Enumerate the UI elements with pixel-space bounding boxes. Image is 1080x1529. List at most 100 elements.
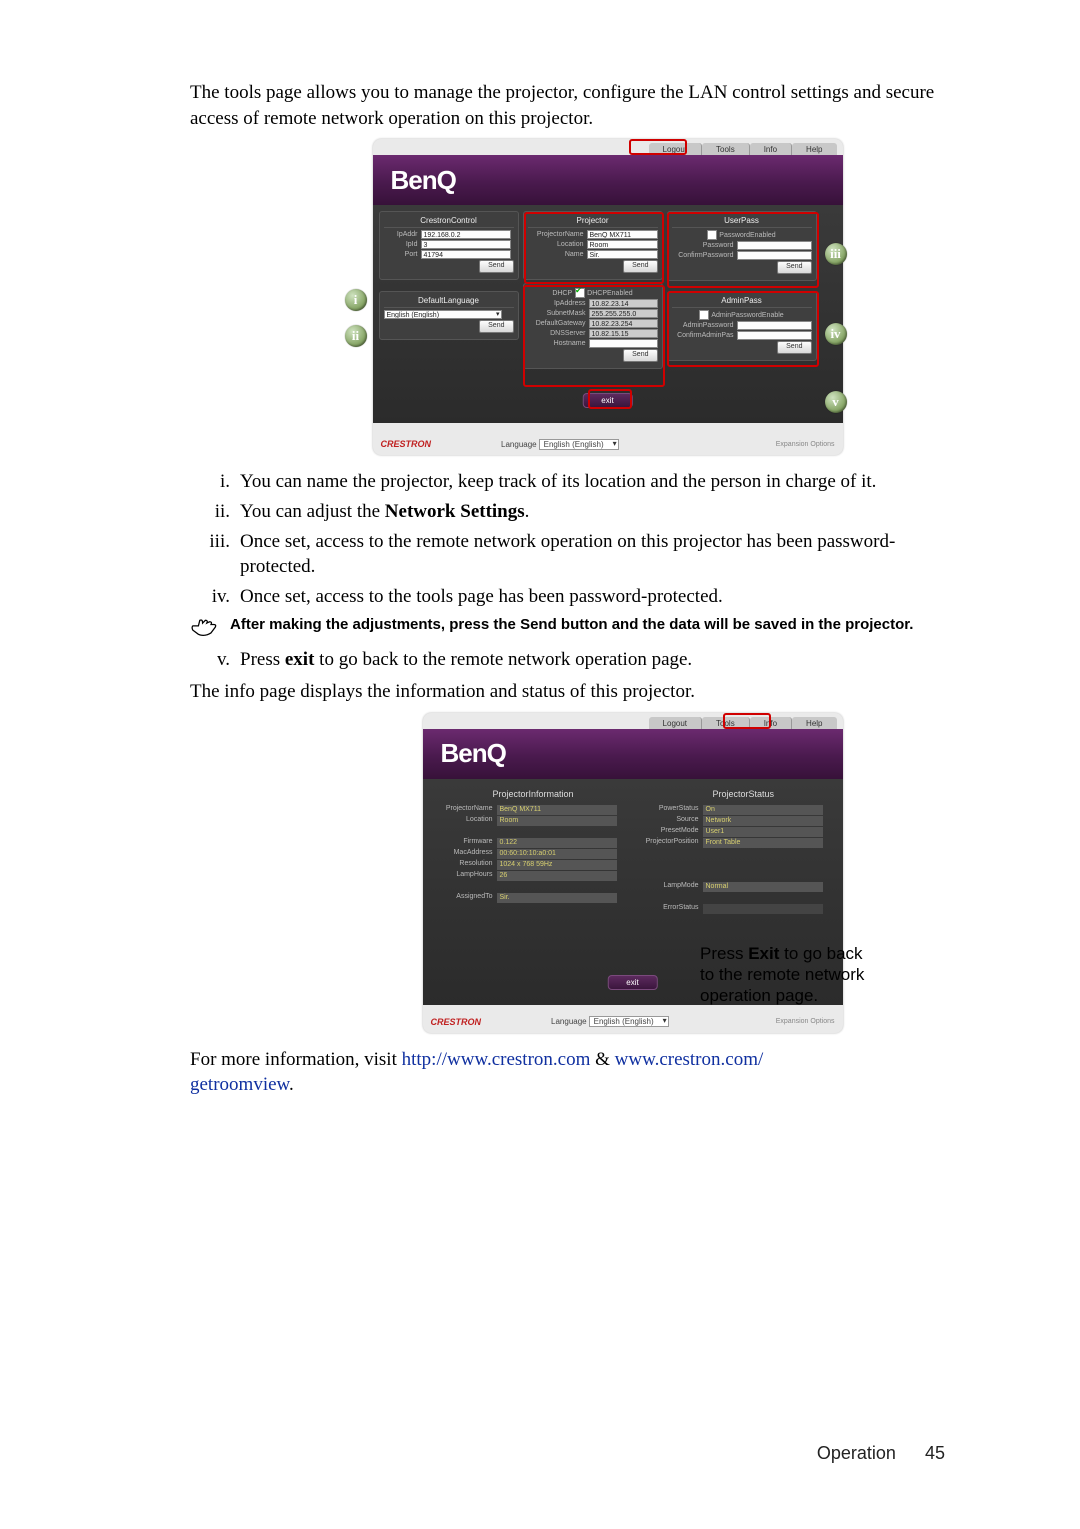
link-crestron[interactable]: http://www.crestron.com <box>402 1049 591 1070</box>
lbl-lamph: LampHours <box>429 871 497 881</box>
item-iii: Once set, access to the remote network o… <box>240 529 945 580</box>
footer-page: 45 <box>925 1443 945 1464</box>
lbl-location: Location <box>429 816 497 826</box>
tools-body: CrestronControl IpAddr192.168.0.2 IpId3 … <box>373 205 843 423</box>
lbl-mask: SubnetMask <box>528 310 589 317</box>
language-select[interactable]: English (English) <box>539 439 619 450</box>
link-roomview-1[interactable]: www.crestron.com/ <box>615 1049 764 1070</box>
inp-assigned[interactable]: Sir. <box>587 250 658 259</box>
panel-adminpass-title: AdminPass <box>672 295 812 308</box>
panel-deflang-title: DefaultLanguage <box>384 295 514 308</box>
inp-location[interactable]: Room <box>587 240 658 249</box>
mid-text: The info page displays the information a… <box>190 679 945 705</box>
badge-v: v <box>825 391 847 413</box>
item-v: Press exit to go back to the remote netw… <box>240 647 945 673</box>
brand-banner: BenQ <box>373 155 843 205</box>
panel-crestron: CrestronControl IpAddr192.168.0.2 IpId3 … <box>379 211 519 280</box>
lbl-location: Location <box>528 241 587 248</box>
deflang-select[interactable]: English (English)▾ <box>384 310 502 319</box>
lbl-admincpw: ConfirmAdminPas <box>672 332 737 339</box>
link-roomview-2[interactable]: getroomview <box>190 1074 289 1095</box>
val-firmware: 0.122 <box>497 838 617 848</box>
bottom-bar: CRESTRON Language English (English) Expa… <box>373 433 843 455</box>
lbl-mac: MacAddress <box>429 849 497 859</box>
inp-ipaddr[interactable]: 192.168.0.2 <box>421 230 511 239</box>
inp-userpw[interactable] <box>737 241 812 250</box>
val-location: Room <box>497 816 617 826</box>
inp-host[interactable] <box>589 339 658 348</box>
intro-text: The tools page allows you to manage the … <box>190 80 945 131</box>
exit-button[interactable]: exit <box>582 393 632 408</box>
projector-send-button[interactable]: Send <box>623 260 657 273</box>
tools-screenshot: Logout Tools Info Help BenQ CrestronCont… <box>373 139 843 455</box>
crestron-logo: CRESTRON <box>381 439 432 449</box>
info-left-header: ProjectorInformation <box>493 789 574 799</box>
language-label: Language <box>551 1017 587 1026</box>
item-i: You can name the projector, keep track o… <box>240 469 945 495</box>
inp-mask[interactable]: 255.255.255.0 <box>589 309 658 318</box>
lbl-userpass-enable: PasswordEnabled <box>719 232 775 239</box>
info-left-grid: ProjectorNameBenQ MX711 LocationRoom Fir… <box>429 805 617 903</box>
chk-userpass[interactable] <box>707 230 717 240</box>
inp-admincpw[interactable] <box>737 331 812 340</box>
lbl-ipaddr: IpAddr <box>384 231 421 238</box>
val-lamph: 26 <box>497 871 617 881</box>
val-res: 1024 x 768 59Hz <box>497 860 617 870</box>
lbl-lampmode: LampMode <box>635 882 703 892</box>
inp-gw[interactable]: 10.82.23.254 <box>589 319 658 328</box>
expansion-options[interactable]: Expansion Options <box>776 1018 835 1025</box>
language-select[interactable]: English (English) <box>589 1016 669 1027</box>
lbl-dhcp: DHCP <box>552 290 575 297</box>
inp-dns[interactable]: 10.82.15.15 <box>589 329 658 338</box>
val-source: Network <box>703 816 823 826</box>
panel-projector-title: Projector <box>528 215 658 228</box>
panel-crestron-title: CrestronControl <box>384 215 514 228</box>
val-lampmode: Normal <box>703 882 823 892</box>
lbl-errstat: ErrorStatus <box>635 904 703 914</box>
lbl-userpw: Password <box>672 242 737 249</box>
userpass-send-button[interactable]: Send <box>777 261 811 274</box>
chk-dhcp[interactable] <box>575 288 585 298</box>
badge-iii: iii <box>825 243 847 265</box>
lbl-source: Source <box>635 816 703 826</box>
deflang-send-button[interactable]: Send <box>479 320 513 333</box>
adminpass-send-button[interactable]: Send <box>777 341 811 354</box>
expansion-options[interactable]: Expansion Options <box>776 441 835 448</box>
inp-netip[interactable]: 10.82.23.14 <box>589 299 658 308</box>
chk-adminpass[interactable] <box>699 310 709 320</box>
crestron-send-button[interactable]: Send <box>479 260 513 273</box>
info-right-header: ProjectorStatus <box>713 789 775 799</box>
inp-projname[interactable]: BenQ MX711 <box>587 230 658 239</box>
badge-ii: ii <box>345 325 367 347</box>
lbl-netip: IpAddress <box>528 300 589 307</box>
lbl-assigned: AssignedTo <box>429 893 497 903</box>
inp-ipid[interactable]: 3 <box>421 240 511 249</box>
panel-userpass-title: UserPass <box>672 215 812 228</box>
network-send-button[interactable]: Send <box>623 349 657 362</box>
note-box: After making the adjustments, press the … <box>190 615 945 639</box>
footer-section: Operation <box>817 1443 896 1463</box>
lbl-dns: DNSServer <box>528 330 589 337</box>
inp-port[interactable]: 41794 <box>421 250 511 259</box>
val-projname: BenQ MX711 <box>497 805 617 815</box>
lbl-ipid: IpId <box>384 241 421 248</box>
panel-network: DHCPDHCPEnabled IpAddress10.82.23.14 Sub… <box>523 283 663 369</box>
info-right-grid: PowerStatusOn SourceNetwork PresetModeUs… <box>635 805 823 914</box>
item-iv: Once set, access to the tools page has b… <box>240 584 945 610</box>
badge-iv: iv <box>825 323 847 345</box>
panel-adminpass: AdminPass AdminPasswordEnable AdminPassw… <box>667 291 817 361</box>
lbl-gw: DefaultGateway <box>528 320 589 327</box>
lbl-assigned: Name <box>528 251 587 258</box>
panel-projector: Projector ProjectorNameBenQ MX711 Locati… <box>523 211 663 280</box>
lbl-usercpw: ConfirmPassword <box>672 252 737 259</box>
exit-button[interactable]: exit <box>607 975 657 990</box>
lbl-projname: ProjectorName <box>528 231 587 238</box>
lbl-adminpass-enable: AdminPasswordEnable <box>711 312 783 319</box>
note-text: After making the adjustments, press the … <box>230 615 913 635</box>
inp-adminpw[interactable] <box>737 321 812 330</box>
item-ii: You can adjust the Network Settings. <box>240 499 945 525</box>
panel-userpass: UserPass PasswordEnabled Password Confir… <box>667 211 817 281</box>
badge-i: i <box>345 289 367 311</box>
brand-banner: BenQ <box>423 729 843 779</box>
inp-usercpw[interactable] <box>737 251 812 260</box>
